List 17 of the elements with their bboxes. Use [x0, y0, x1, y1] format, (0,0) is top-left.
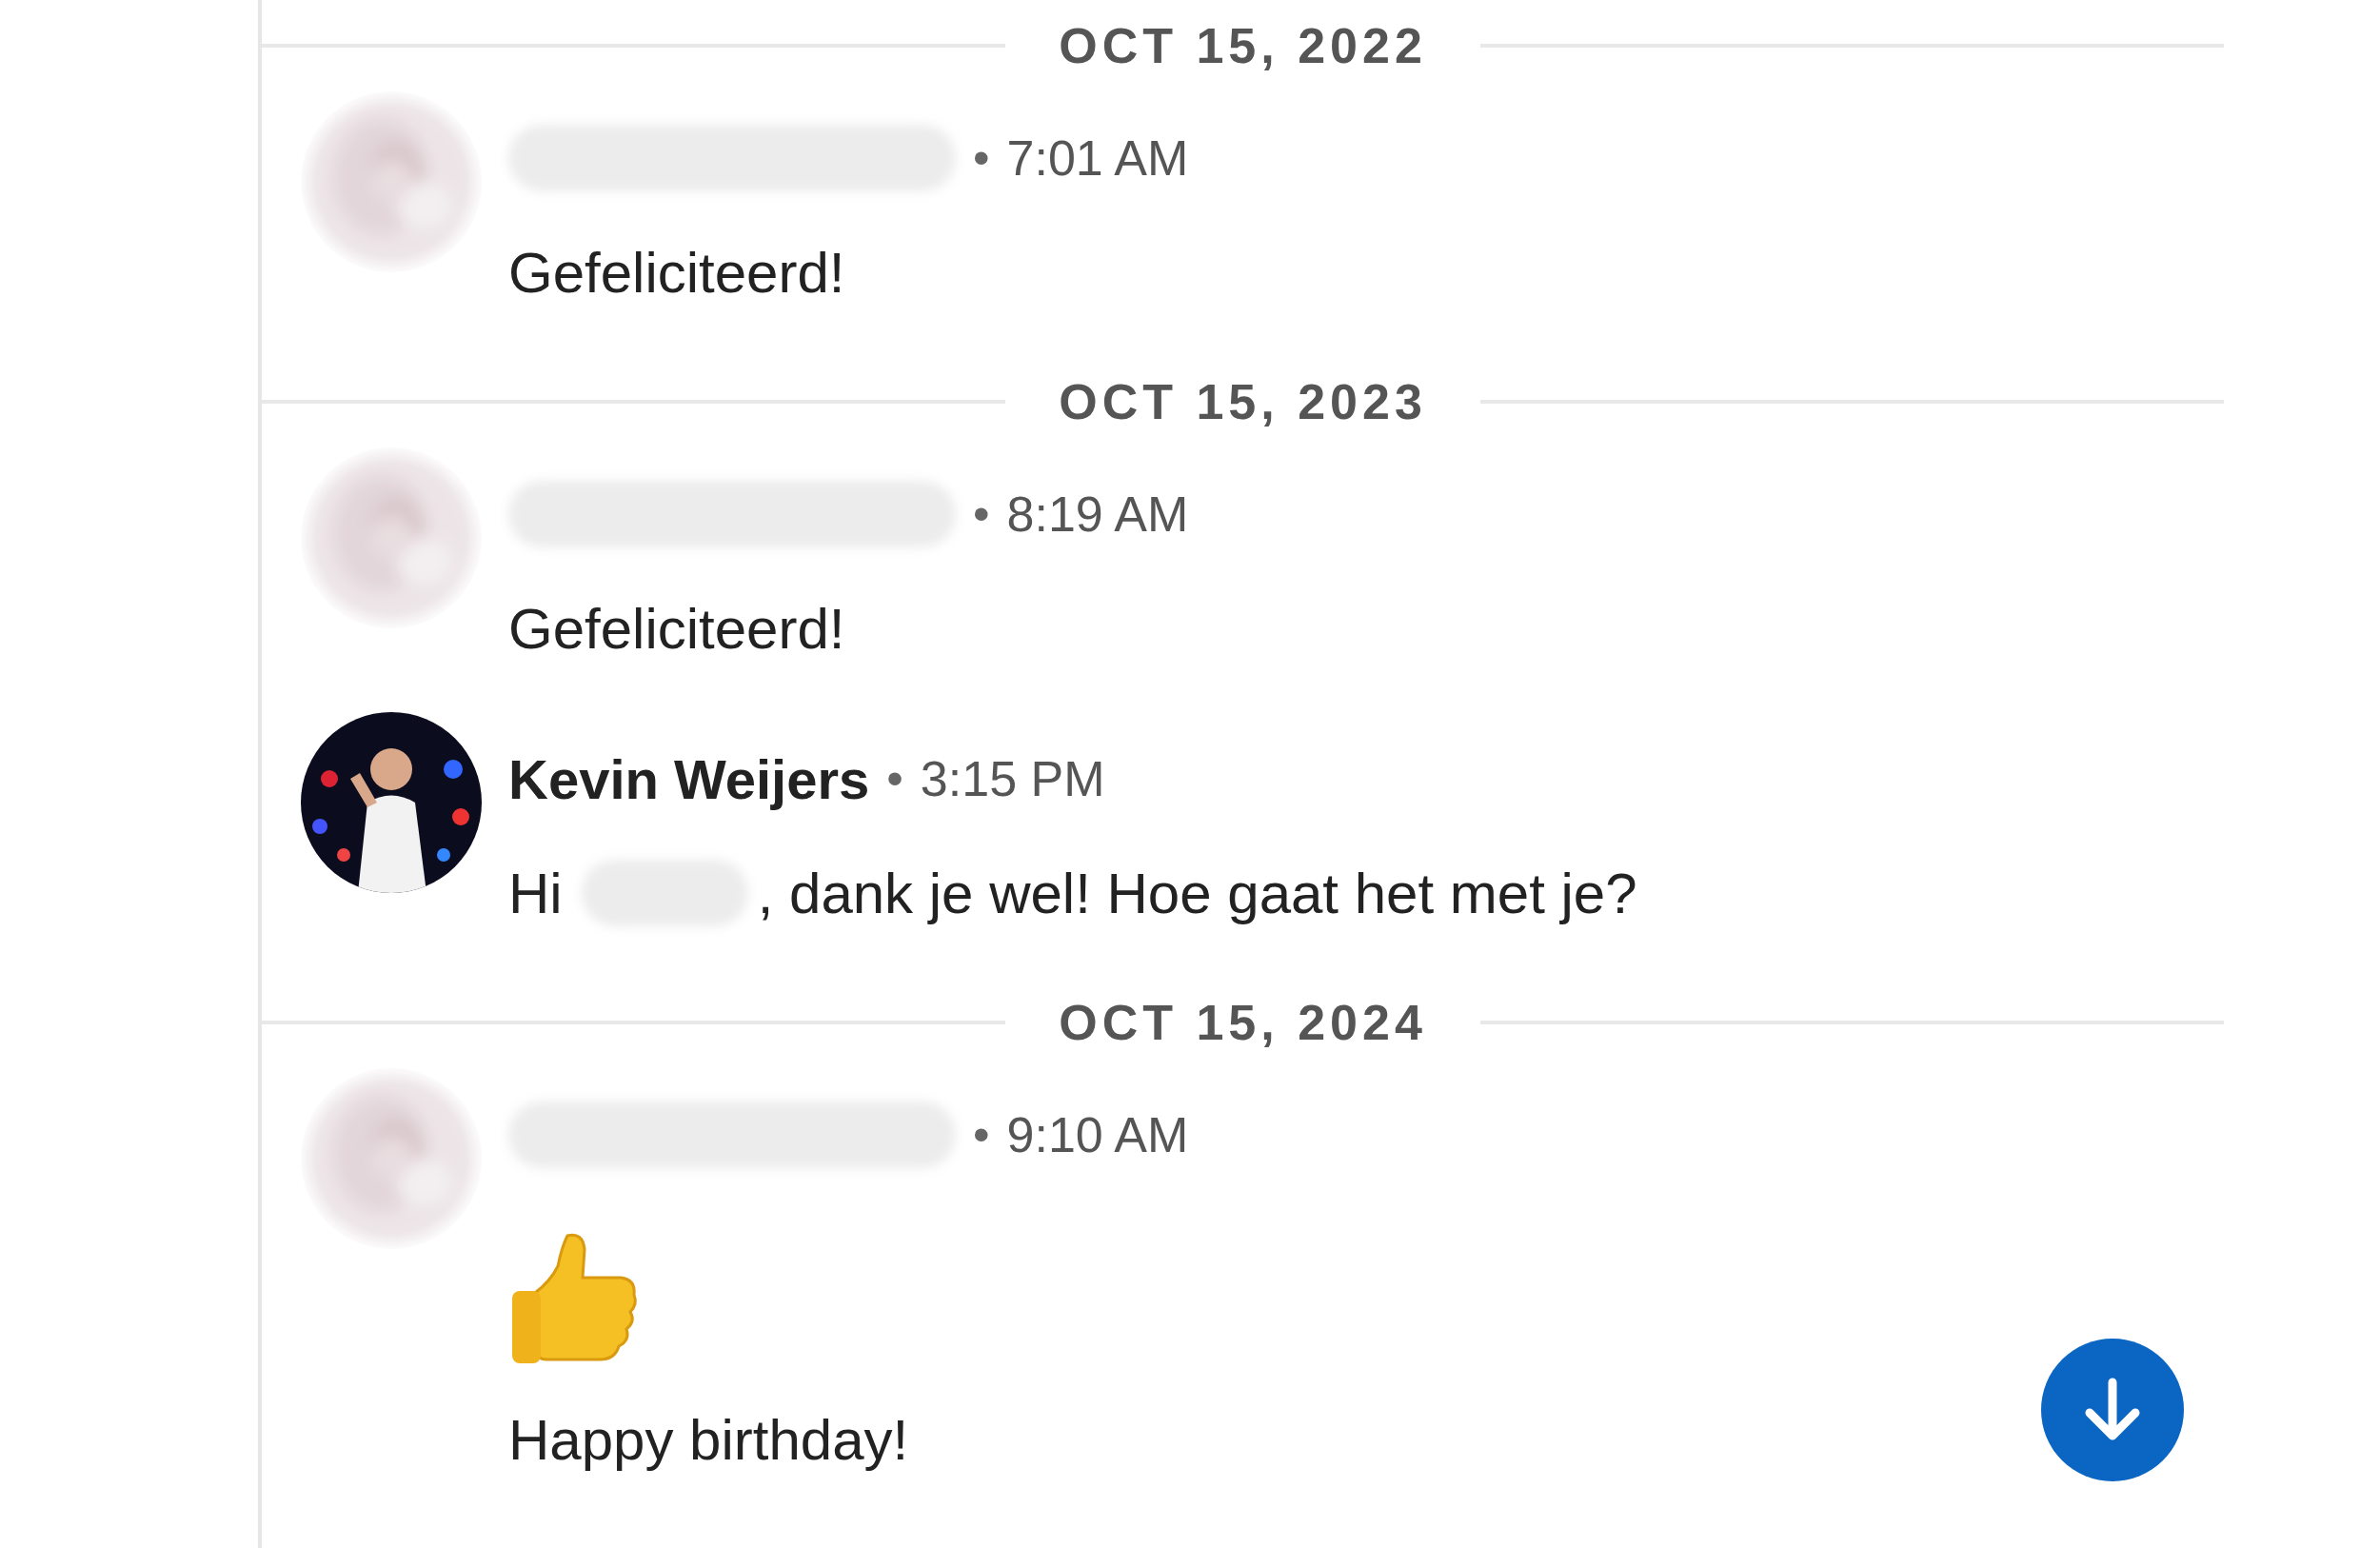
message-text: Gefeliciteerd!	[508, 595, 845, 662]
timestamp: 3:15 PM	[920, 750, 1105, 807]
sender-name: Kevin Weijers	[508, 746, 870, 811]
timestamp: 7:01 AM	[1006, 129, 1189, 187]
separator-dot: •	[886, 751, 903, 806]
separator-dot: •	[973, 130, 990, 186]
message-text: Gefeliciteerd!	[508, 239, 845, 306]
date-label: OCT 15, 2024	[1059, 994, 1427, 1051]
date-label: OCT 15, 2023	[1059, 373, 1427, 430]
message-text: , dank je wel! Hoe gaat het met je?	[757, 860, 1637, 926]
separator-dot: •	[973, 486, 990, 542]
timestamp: 8:19 AM	[1006, 486, 1189, 543]
message-text: Happy birthday!	[508, 1406, 909, 1473]
timestamp: 9:10 AM	[1006, 1106, 1189, 1163]
separator-dot: •	[973, 1107, 990, 1162]
date-label: OCT 15, 2022	[1059, 17, 1427, 74]
message-text: Hi	[508, 860, 563, 926]
